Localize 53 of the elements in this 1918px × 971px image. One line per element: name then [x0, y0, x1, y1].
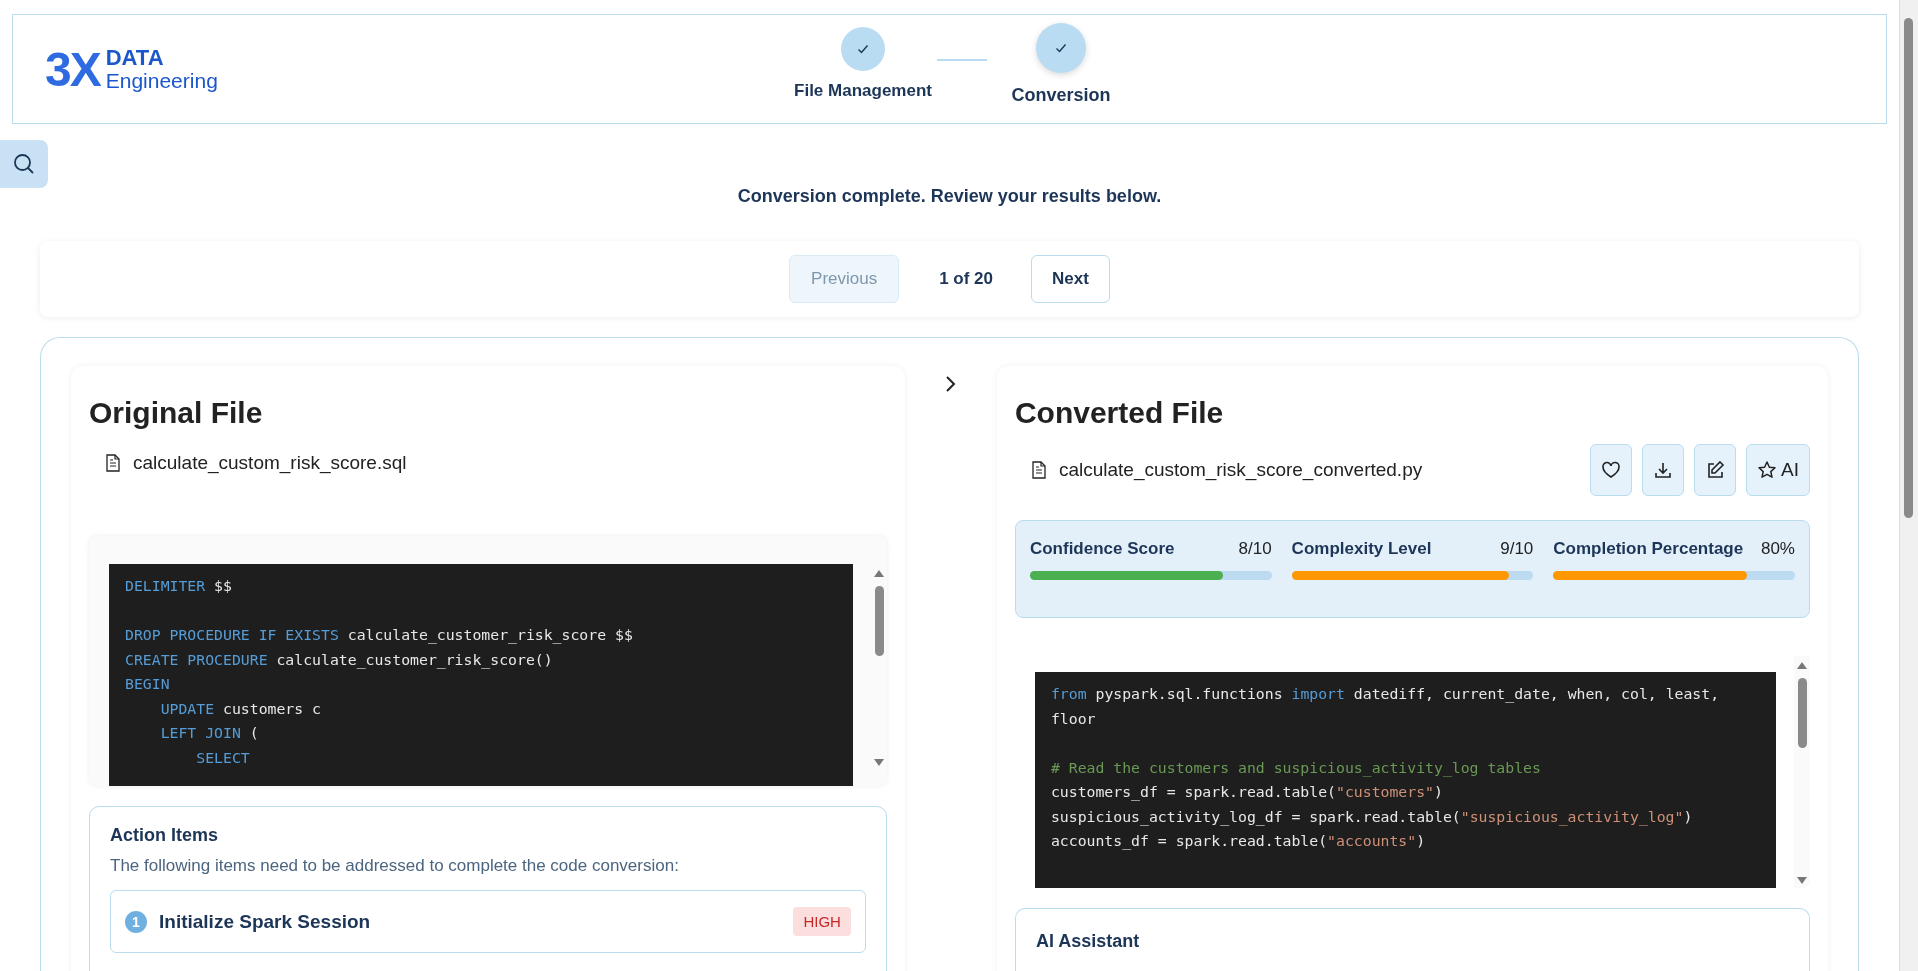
step-label: File Management: [794, 81, 932, 101]
logo-subtext: Engineering: [105, 69, 218, 92]
metric-value: 9/10: [1500, 539, 1534, 559]
code-line: LEFT JOIN (: [159, 723, 260, 743]
edit-button[interactable]: [1694, 444, 1737, 496]
section-title: AI Assistant: [1035, 931, 1141, 952]
favorite-button[interactable]: [1590, 444, 1633, 496]
step-label: Conversion: [1011, 85, 1111, 106]
download-icon: [1653, 460, 1674, 480]
status-message: Conversion complete. Review your results below.: [737, 186, 1162, 208]
chevron-right-icon[interactable]: [943, 374, 958, 394]
check-icon: [856, 42, 870, 56]
code-line: DROP PROCEDURE IF EXISTS calculate_customer_risk_score $$: [125, 625, 634, 646]
metric-value: 80%: [1760, 539, 1795, 559]
code-line: customers_df = spark.read.table("customers"): [1050, 782, 1444, 803]
section-title: Action Items: [110, 825, 220, 846]
metric-label: Confidence Score: [1029, 539, 1175, 559]
metric-label: Completion Percentage: [1553, 539, 1744, 559]
heart-icon: [1601, 460, 1622, 480]
metric-label: Complexity Level: [1291, 539, 1432, 559]
item-number: 1: [125, 910, 147, 933]
panel-title: Original File: [89, 396, 264, 430]
panel-title: Converted File: [1014, 396, 1225, 430]
code-line: # Read the customers and suspicious_activity_log tables: [1050, 757, 1542, 779]
edit-icon: [1705, 460, 1726, 480]
search-button[interactable]: [0, 140, 48, 188]
page-indicator: 1 of 20: [939, 269, 993, 289]
logo-mark: 3X: [45, 41, 100, 97]
check-icon: [1054, 41, 1068, 55]
code-line: UPDATE customers c: [159, 698, 322, 719]
code-line: DELIMITER $$: [125, 576, 233, 596]
priority-tag: HIGH: [793, 907, 851, 936]
search-icon: [12, 152, 36, 176]
file-icon: [1030, 461, 1047, 479]
code-line: suspicious_activity_log_df = spark.read.table("suspicious_activity_log"): [1050, 806, 1694, 828]
code-line: CREATE PROCEDURE calculate_customer_risk_score(): [125, 649, 554, 671]
logo-text: DATA: [105, 46, 165, 70]
metric-value: 8/10: [1238, 539, 1272, 559]
next-button[interactable]: Next: [1031, 255, 1110, 303]
file-name: calculate_custom_risk_score.sql: [133, 452, 407, 474]
code-line: SELECT: [195, 747, 251, 768]
ai-button[interactable]: AI: [1746, 444, 1810, 496]
file-icon: [105, 454, 121, 472]
item-title: Initialize Spark Session: [159, 910, 372, 933]
file-name: calculate_custom_risk_score_converted.py: [1058, 459, 1423, 481]
star-icon: [1757, 460, 1778, 480]
page-scrollbar[interactable]: [1899, 0, 1918, 971]
code-line: accounts_df = spark.read.table("accounts"): [1050, 831, 1427, 852]
section-description: The following items need to be addressed to complete the code conversion:: [110, 856, 680, 876]
code-line: BEGIN: [125, 674, 171, 694]
scrollbar[interactable]: [1794, 656, 1810, 888]
code-line: from pyspark.sql.functions import datediff, current_date, when, col, least, floor: [1050, 684, 1721, 729]
download-button[interactable]: [1642, 444, 1685, 496]
